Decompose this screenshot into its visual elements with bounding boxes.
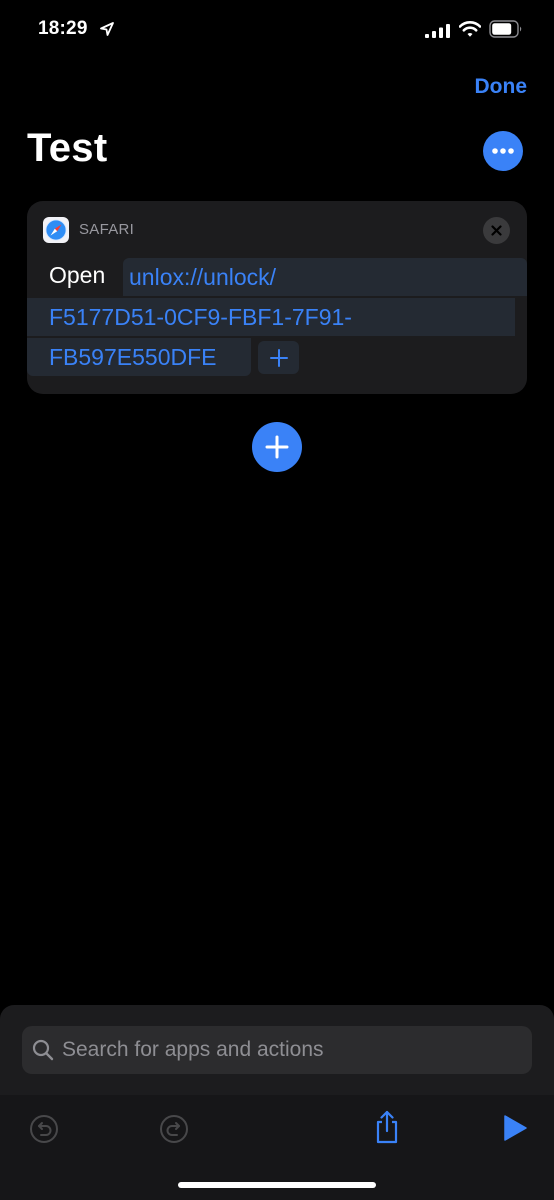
status-bar: 18:29: [0, 0, 554, 60]
more-options-button[interactable]: [483, 131, 523, 171]
search-input[interactable]: [62, 1026, 522, 1074]
close-icon: [491, 225, 502, 236]
url-parameter[interactable]: FB597E550DFE: [27, 338, 251, 376]
action-verb: Open: [49, 262, 106, 288]
safari-compass-icon: [43, 217, 69, 243]
done-button[interactable]: Done: [475, 75, 528, 99]
home-indicator[interactable]: [178, 1182, 376, 1188]
redo-icon: [160, 1115, 188, 1143]
url-parameter[interactable]: F5177D51-0CF9-FBF1-7F91-: [27, 298, 515, 336]
plus-icon: [269, 348, 288, 367]
search-field[interactable]: [22, 1026, 532, 1074]
cellular-signal-icon: [425, 24, 450, 38]
play-icon: [504, 1115, 527, 1141]
wifi-icon: [459, 21, 481, 37]
remove-action-button[interactable]: [483, 217, 510, 244]
battery-icon: [489, 20, 522, 38]
share-button[interactable]: [371, 1109, 403, 1145]
app-label: SAFARI: [79, 221, 135, 238]
search-icon: [32, 1039, 54, 1061]
redo-button[interactable]: [158, 1113, 190, 1145]
undo-button[interactable]: [28, 1113, 60, 1145]
add-action-button[interactable]: [252, 422, 302, 472]
location-arrow-icon: [100, 22, 114, 36]
status-time: 18:29: [38, 18, 88, 39]
ellipsis-icon: [492, 148, 514, 154]
undo-icon: [30, 1115, 58, 1143]
share-icon: [376, 1110, 398, 1144]
action-search-sheet: [0, 1005, 554, 1200]
add-variable-button[interactable]: [258, 341, 299, 374]
page-title: Test: [27, 126, 108, 170]
url-parameter[interactable]: unlox://unlock/: [123, 258, 527, 296]
open-url-action-card[interactable]: SAFARI Open unlox://unlock/ F5177D51-0CF…: [27, 201, 527, 394]
plus-icon: [265, 435, 289, 459]
run-button[interactable]: [501, 1113, 529, 1143]
